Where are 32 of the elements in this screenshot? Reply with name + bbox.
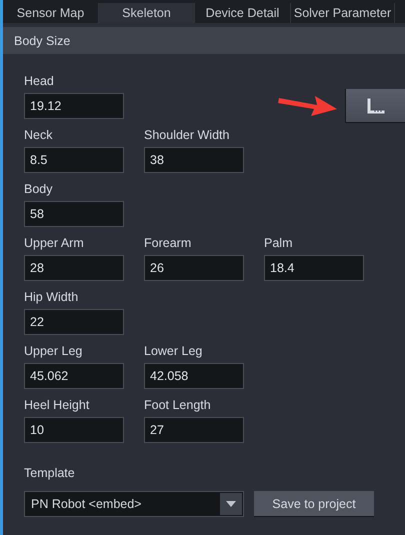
field-label: Heel Height (24, 397, 90, 413)
input-field[interactable]: 42.058 (144, 363, 244, 389)
field-label: Palm (264, 235, 294, 251)
input-field[interactable]: 28 (24, 255, 124, 281)
field-label: Shoulder Width (144, 127, 230, 143)
field-label: Lower Leg (144, 343, 204, 359)
input-field[interactable]: 27 (144, 417, 244, 443)
section-header: Body Size (3, 27, 405, 54)
input-field[interactable]: 19.12 (24, 93, 124, 119)
ruler-button[interactable] (345, 89, 405, 123)
input-field[interactable]: 45.062 (24, 363, 124, 389)
input-field[interactable]: 10 (24, 417, 124, 443)
caret-icon (226, 501, 236, 507)
tab[interactable]: Skeleton (99, 3, 195, 23)
field-label: Template (24, 465, 76, 481)
field-label: Body (24, 181, 54, 197)
field-label: Hip Width (24, 289, 80, 305)
template-dropdown[interactable]: PN Robot <embed> (24, 491, 244, 517)
field-label: Neck (24, 127, 54, 143)
input-field[interactable]: 8.5 (24, 147, 124, 173)
save-button[interactable]: Save to project (254, 491, 374, 517)
field-label: Upper Leg (24, 343, 84, 359)
field-label: Upper Arm (24, 235, 85, 251)
input-field[interactable]: 22 (24, 309, 124, 335)
input-field[interactable]: 58 (24, 201, 124, 227)
input-field[interactable]: 18.4 (264, 255, 364, 281)
ruler-icon (366, 98, 384, 114)
field-label: Head (24, 73, 55, 89)
field-label: Forearm (144, 235, 192, 251)
input-field[interactable]: 26 (144, 255, 244, 281)
input-field[interactable]: 38 (144, 147, 244, 173)
field-label: Foot Length (144, 397, 212, 413)
